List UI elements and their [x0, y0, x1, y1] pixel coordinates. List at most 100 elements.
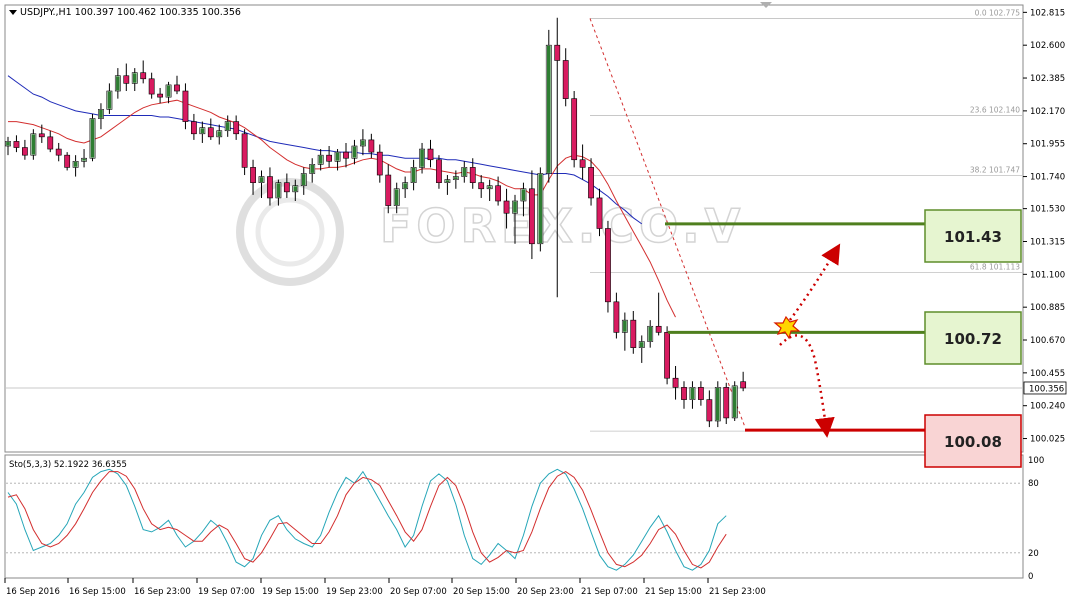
current-price-label: 100.356: [1029, 384, 1064, 394]
level-label-resistance: 101.43: [944, 228, 1002, 246]
candle-body: [385, 174, 392, 206]
candle: [723, 382, 730, 425]
fib-level-label: 61.8 101.113: [970, 262, 1020, 271]
candle-body: [478, 182, 485, 190]
candle-body: [579, 159, 586, 168]
price-axis-label: 100.025: [1030, 435, 1065, 445]
candle-fill: [90, 119, 95, 158]
candle-fill: [116, 76, 120, 91]
price-axis-label: 101.740: [1030, 173, 1065, 183]
candle-body: [723, 387, 730, 419]
candle-fill: [547, 45, 551, 173]
candle: [605, 220, 611, 313]
candle-body: [706, 399, 713, 422]
level-label-pivot: 100.72: [944, 330, 1002, 348]
candle-fill: [225, 122, 230, 131]
candle-fill: [394, 189, 399, 205]
candle-body: [123, 75, 130, 84]
candle-fill: [132, 73, 137, 83]
fib-level-label: 23.6 102.140: [970, 105, 1020, 114]
price-axis-label: 100.455: [1030, 369, 1065, 379]
candle-body: [554, 44, 561, 61]
price-axis-label: 102.600: [1030, 41, 1065, 51]
stochastic-axis-label: 20: [1028, 549, 1039, 559]
price-axis-label: 101.315: [1030, 237, 1065, 247]
fib-level-label: 38.2 101.747: [970, 165, 1020, 174]
candle-fill: [310, 164, 314, 173]
candle-body: [368, 139, 375, 153]
candle-body: [376, 151, 383, 176]
candle-fill: [6, 142, 10, 146]
candle-body: [469, 167, 476, 183]
candle-fill: [411, 167, 416, 183]
candle-fill: [454, 177, 458, 180]
candle-body: [283, 182, 290, 193]
candle-body: [588, 167, 594, 199]
candle-body: [47, 136, 54, 150]
time-axis-label: 19 Sep 23:00: [326, 587, 383, 597]
time-axis-label: 21 Sep 07:00: [581, 587, 638, 597]
candle-fill: [166, 85, 171, 97]
candle-body: [21, 147, 28, 156]
time-axis-label: 16 Sep 15:00: [69, 587, 126, 597]
candle-body: [528, 188, 535, 245]
candle-body: [140, 72, 147, 80]
candle-body: [697, 387, 704, 400]
candle-body: [672, 377, 679, 388]
candle-fill: [690, 387, 695, 399]
candle-body: [495, 185, 501, 202]
candle-body: [613, 301, 620, 333]
price-axis-label: 102.385: [1030, 74, 1065, 84]
candle: [30, 129, 37, 160]
candle-body: [740, 381, 747, 389]
candle-body: [241, 133, 248, 168]
candle: [537, 167, 544, 252]
candle-body: [182, 90, 189, 122]
candle-fill: [361, 140, 365, 146]
candle-fill: [82, 158, 86, 161]
stochastic-axis-label: 100: [1028, 456, 1044, 466]
candle: [545, 29, 552, 183]
candle-body: [571, 98, 578, 161]
candle-fill: [200, 128, 205, 134]
level-label-support: 100.08: [944, 433, 1002, 451]
candle-fill: [716, 387, 720, 421]
candle-body: [207, 127, 214, 138]
candle-body: [681, 387, 687, 400]
candle-fill: [217, 131, 222, 137]
candle-fill: [73, 161, 78, 167]
chart-header: USDJPY.,H1 100.397 100.462 100.335 100.3…: [20, 7, 241, 18]
candle-fill: [538, 174, 543, 244]
candle-body: [503, 200, 510, 214]
candle-fill: [521, 189, 526, 201]
watermark-text: FOREX.CO.V: [380, 199, 745, 253]
candle-fill: [318, 155, 323, 164]
time-axis-label: 16 Sep 2016: [6, 587, 60, 597]
candle-fill: [445, 180, 450, 183]
candle-fill: [301, 174, 306, 186]
candle-fill: [335, 152, 340, 161]
price-axis-label: 100.670: [1030, 336, 1065, 346]
candle: [89, 113, 96, 162]
candle: [664, 326, 670, 385]
candle-fill: [31, 134, 36, 155]
chart-canvas: USDJPY.,H1 100.397 100.462 100.335 100.3…: [4, 2, 1067, 597]
stochastic-axis-label: 0: [1028, 572, 1033, 582]
time-axis-label: 21 Sep 15:00: [645, 587, 702, 597]
candle-body: [664, 332, 670, 379]
candle-body: [326, 154, 332, 162]
candle-body: [250, 167, 256, 183]
candle-fill: [276, 183, 281, 198]
stochastic-label: Sto(5,3,3) 52.1922 36.6355: [9, 460, 127, 470]
candle-fill: [732, 386, 737, 418]
candle-body: [630, 319, 637, 348]
price-axis-label: 100.240: [1030, 402, 1065, 412]
chart-window: USDJPY.,H1 100.397 100.462 100.335 100.3…: [0, 0, 1067, 604]
stochastic-panel: [4, 454, 1024, 579]
candle-body: [157, 93, 163, 98]
time-axis-label: 20 Sep 23:00: [517, 587, 574, 597]
candle-fill: [623, 320, 627, 332]
price-axis-label: 102.170: [1030, 107, 1065, 117]
candle-fill: [107, 91, 112, 109]
candle-body: [655, 325, 662, 333]
